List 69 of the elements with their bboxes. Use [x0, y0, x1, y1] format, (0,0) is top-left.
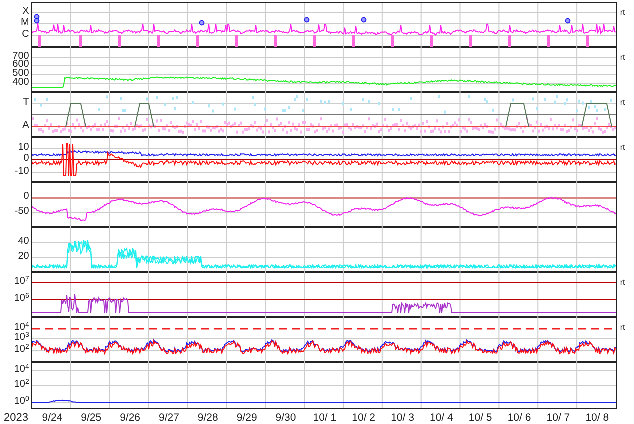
spike-bar — [196, 35, 200, 47]
date-label: 9/28 — [198, 412, 218, 424]
spike-bar — [157, 35, 160, 47]
flare-marker — [362, 17, 368, 23]
date-label: 9/27 — [159, 412, 180, 424]
spike-bar — [469, 35, 472, 47]
spike-bar — [352, 35, 356, 47]
spike-bar — [547, 35, 550, 47]
tick-label: C — [22, 30, 30, 39]
date-label: 10/ 1 — [313, 412, 337, 424]
spike-bar — [79, 35, 82, 47]
date-label: 10/ 6 — [508, 412, 532, 424]
tick-label: 10$^{2}$ — [14, 380, 30, 389]
tick-label: -10 — [14, 167, 30, 176]
scale-note: rt — [620, 53, 626, 62]
tick-label: 10$^{6}$ — [14, 294, 30, 303]
date-label: 9/24 — [42, 412, 63, 424]
spike-bar — [391, 35, 394, 47]
date-label: 9/29 — [236, 412, 258, 424]
tick-label: A — [22, 121, 30, 130]
tick-label: 10$^{4}$ — [14, 323, 30, 332]
date-label: 10/ 2 — [352, 412, 376, 424]
scale-note: rt — [620, 98, 626, 107]
spike-bar — [313, 35, 316, 47]
tick-label: 0 — [24, 192, 30, 201]
spike-bar — [118, 35, 122, 47]
tick-label: 10$^{2}$ — [14, 345, 30, 354]
tick-label: 10$^{0}$ — [14, 397, 30, 406]
date-label: 10/ 3 — [391, 412, 414, 424]
spike-bar — [508, 35, 512, 47]
scale-note: rt — [620, 8, 626, 17]
tick-label: 40 — [18, 237, 30, 246]
year-label: 2023 — [3, 412, 30, 424]
flare-marker — [200, 20, 206, 26]
tick-label: T — [23, 98, 30, 107]
tick-label: 10$^{7}$ — [14, 277, 30, 286]
scale-note: rt — [620, 323, 626, 332]
date-label: 10/ 5 — [468, 412, 492, 424]
tick-label: 20 — [18, 252, 30, 261]
tick-label: -50 — [14, 207, 30, 216]
date-label: 10/ 8 — [586, 412, 610, 424]
tick-label: 10 — [18, 143, 30, 152]
window-trace — [66, 104, 87, 128]
tick-label: X — [22, 7, 30, 16]
flare-marker — [566, 18, 572, 24]
window-trace — [582, 104, 613, 128]
spike-bar — [430, 35, 434, 47]
spike-bar — [38, 35, 42, 47]
date-label: 9/25 — [81, 412, 102, 424]
tick-label: 600 — [12, 60, 30, 69]
tick-label: 500 — [12, 69, 30, 78]
date-label: 9/26 — [120, 412, 141, 424]
window-trace — [134, 104, 155, 128]
spike-bar — [586, 35, 590, 47]
date-label: 10/ 4 — [430, 412, 454, 424]
date-label: 10/ 7 — [546, 412, 570, 424]
tick-label: M — [21, 18, 30, 27]
tick-label: 400 — [12, 78, 30, 87]
tick-label: 10$^{3}$ — [14, 333, 30, 342]
window-trace — [506, 104, 530, 128]
scale-note: rt — [620, 143, 626, 152]
scale-note: rt — [620, 278, 626, 287]
date-label: 9/30 — [276, 412, 296, 424]
spike-bar — [235, 35, 238, 47]
spike-bar — [274, 35, 278, 47]
flare-marker — [304, 17, 310, 23]
tick-label: 700 — [12, 52, 30, 61]
tick-label: 0 — [24, 154, 30, 163]
tick-label: 10$^{4}$ — [14, 365, 30, 374]
